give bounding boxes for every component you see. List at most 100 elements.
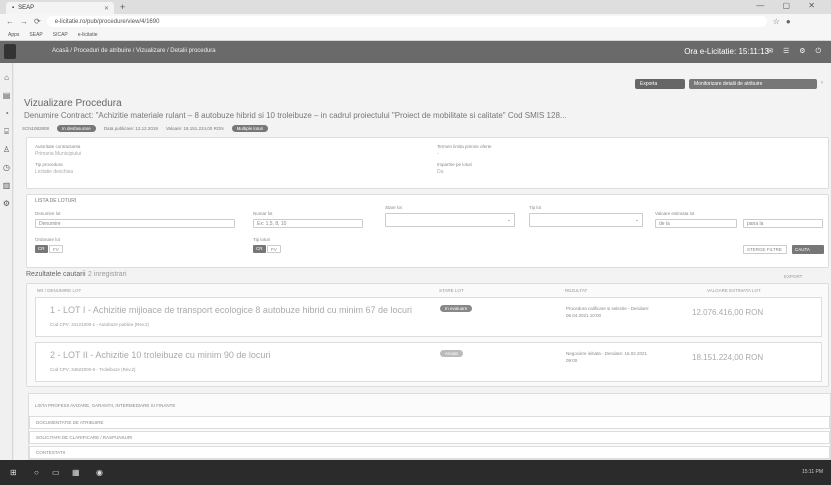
back-icon[interactable]: ←: [6, 17, 14, 26]
col-header-status: Stare lot: [439, 288, 464, 293]
forward-icon[interactable]: →: [20, 17, 28, 26]
watch-button-label: Monitorizare detalii de atribuire: [694, 81, 763, 87]
category-option[interactable]: FV: [267, 245, 281, 253]
breadcrumb[interactable]: Acasă / Proceduri de atribuire / Vizuali…: [52, 48, 216, 54]
publish-date: Data publicare: 12.12.2019: [103, 126, 158, 131]
accordion-header[interactable]: Lista profesii Avizare, Garantii, Interm…: [29, 400, 830, 413]
address-bar: ← → ⟳ e-licitatie.ro/pub/procedure/view/…: [0, 14, 831, 29]
type-label: Tip procedura: [35, 162, 63, 167]
export-button[interactable]: Exporta: [635, 79, 685, 89]
procedure-code: SCN1082808: [22, 126, 50, 131]
window-controls[interactable]: — ▢ ✕: [756, 1, 823, 10]
division-label: Impartire pe loturi: [437, 162, 473, 167]
chrome-icon[interactable]: ◉: [96, 468, 103, 477]
accordion-panel: Lista profesii Avizare, Garantii, Interm…: [28, 393, 831, 460]
browser-tab-bar: ▪ SEAP ✕ + — ▢ ✕: [0, 0, 831, 14]
explorer-icon[interactable]: ▦: [72, 468, 80, 477]
more-icon[interactable]: ›: [821, 80, 823, 86]
chevron-down-icon: ⌄: [634, 217, 639, 223]
lot-name-input[interactable]: Denumire: [35, 219, 235, 228]
bookmark-item[interactable]: SEAP: [29, 32, 42, 38]
favicon-icon: ▪: [12, 5, 15, 11]
lot-type-label: Tip lot: [529, 205, 542, 210]
home-icon[interactable]: ⌂: [2, 73, 11, 82]
category-label: Tip loturi: [253, 237, 271, 242]
accordion-item[interactable]: Contestatii: [29, 446, 830, 459]
lot-status-select[interactable]: ⌄: [385, 213, 515, 227]
browser-tab-title: SEAP: [18, 5, 35, 11]
accordion-item[interactable]: Documentatie de atribuire: [29, 416, 830, 429]
value-to-input[interactable]: pana la: [743, 219, 823, 228]
server-clock: Ora e-Licitatie: 15:11:13: [684, 47, 769, 56]
results-count: 2 inregistrari: [88, 271, 127, 278]
lot-result: Procedura calificare si selectie - Derul…: [566, 306, 650, 318]
new-tab-icon[interactable]: +: [120, 2, 125, 12]
system-tray-clock[interactable]: 15:11 PM: [802, 469, 823, 475]
lot-cpv: Cod CPV: 34622000-6 - Troleibuze (Rev.2): [50, 367, 136, 372]
value-label: Valoare estimata lot: [655, 211, 695, 216]
lot-type-select[interactable]: ⌄: [529, 213, 643, 227]
close-tab-icon[interactable]: ✕: [104, 5, 109, 12]
header-icons[interactable]: ✉ ☰ ⚙ ⏻: [767, 47, 825, 56]
procedure-meta: SCN1082808 In desfasurare Data publicare…: [22, 125, 269, 132]
value-from-input[interactable]: de la: [655, 219, 737, 228]
lot-status-label: Stare lot: [385, 205, 402, 210]
start-icon[interactable]: ⊞: [10, 468, 17, 477]
table-row[interactable]: 2 - LOT II - Achizitie 10 troleibuze cu …: [35, 342, 822, 382]
taskview-icon[interactable]: ▭: [52, 468, 60, 477]
order-option[interactable]: CR: [35, 245, 48, 253]
estimated-value: Valoare: 18.151.224,00 RON: [165, 126, 224, 131]
lot-cpv: Cod CPV: 34121000-1 - Autobuze publice (…: [50, 322, 150, 327]
export-link[interactable]: Export: [784, 274, 802, 279]
lots-badge: Multiple loturi: [231, 125, 269, 132]
star-icon[interactable]: ☆: [773, 17, 780, 26]
deadline-value: -: [437, 151, 439, 157]
search-button[interactable]: Cauta: [792, 245, 824, 254]
bookmark-item[interactable]: SICAP: [53, 32, 68, 38]
lot-status-badge: Anulat: [440, 350, 463, 357]
chevron-down-icon: ⌄: [506, 217, 511, 223]
bookmark-item[interactable]: Apps: [8, 32, 19, 38]
category-option[interactable]: CR: [253, 245, 266, 253]
watch-button[interactable]: Monitorizare detalii de atribuire: [689, 79, 817, 89]
lot-number-label: Numar lot: [253, 211, 273, 216]
lot-number-input[interactable]: Ex: 1,5, 8, 10: [253, 219, 363, 228]
results-title: Rezultatele cautarii: [26, 271, 86, 278]
clear-filters-button[interactable]: Sterge filtre: [743, 245, 787, 254]
search-icon[interactable]: ○: [34, 468, 39, 477]
user-icon[interactable]: ♙: [2, 145, 11, 154]
col-header-lot: Nr / Denumire lot: [37, 288, 82, 293]
division-value: Da: [437, 169, 444, 175]
authority-label: Autoritate contractanta: [35, 144, 81, 149]
bookmarks-bar: Apps SEAP SICAP e-licitatie: [0, 29, 831, 41]
col-header-value: Valoare estimata lot: [707, 288, 761, 293]
app-logo[interactable]: [4, 44, 16, 59]
reload-icon[interactable]: ⟳: [34, 17, 41, 26]
browser-tab[interactable]: ▪ SEAP ✕: [6, 2, 114, 14]
lot-name-label: Denumire lot: [35, 211, 61, 216]
profile-icon[interactable]: ●: [786, 17, 791, 26]
table-row[interactable]: 1 - LOT I - Achizitie mijloace de transp…: [35, 297, 822, 337]
document-icon[interactable]: ▤: [2, 91, 11, 100]
col-header-result: Rezultat: [565, 288, 588, 293]
left-sidebar: ⌂ ▤ ◔ ⌸ ♙ ◷ ▥ ⚙: [0, 63, 13, 460]
clock-icon[interactable]: ◷: [2, 163, 11, 172]
accordion-item[interactable]: Solicitari de clarificare / raspunsuri: [29, 431, 830, 444]
order-label: Ordonare lot: [35, 237, 61, 242]
status-badge: In desfasurare: [57, 125, 96, 132]
settings-icon[interactable]: ⚙: [2, 199, 11, 208]
bookmark-item[interactable]: e-licitatie: [78, 32, 98, 38]
lot-title[interactable]: 2 - LOT II - Achizitie 10 troleibuze cu …: [50, 350, 270, 360]
order-option[interactable]: FV: [49, 245, 63, 253]
bell-icon[interactable]: ◔: [2, 109, 11, 118]
url-field[interactable]: e-licitatie.ro/pub/procedure/view/4/1690: [46, 16, 767, 27]
lot-result: Negociere initiata - Derulare: 16.02.202…: [566, 351, 648, 363]
chart-icon[interactable]: ▥: [2, 181, 11, 190]
lot-filter-card: Lista de loturi Denumire lot Denumire Nu…: [26, 194, 829, 268]
results-table: Nr / Denumire lot Stare lot Rezultat Val…: [26, 283, 829, 387]
bank-icon[interactable]: ⌸: [2, 127, 11, 136]
app-header: Acasă / Proceduri de atribuire / Vizuali…: [0, 41, 831, 63]
procedure-info-card: Autoritate contractanta Primaria Municip…: [26, 137, 829, 189]
lot-title[interactable]: 1 - LOT I - Achizitie mijloace de transp…: [50, 305, 412, 315]
taskbar: ⊞ ○ ▭ ▦ ◉ 15:11 PM: [0, 460, 831, 485]
